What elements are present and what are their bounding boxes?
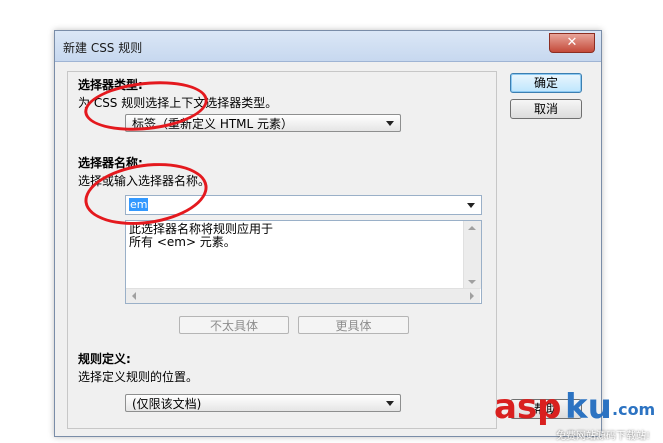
vertical-scrollbar[interactable]	[463, 221, 481, 289]
watermark-asp: asp	[494, 387, 562, 427]
cancel-label: 取消	[533, 102, 558, 116]
scroll-left-icon[interactable]	[132, 292, 136, 300]
rule-definition-description: 选择定义规则的位置。	[78, 370, 199, 384]
selector-info-text: 此选择器名称将规则应用于 所有 <em> 元素。	[129, 222, 274, 249]
more-specific-button[interactable]: 更具体	[298, 316, 409, 334]
horizontal-scrollbar[interactable]	[126, 288, 480, 303]
rule-definition-heading: 规则定义:	[78, 352, 131, 366]
less-specific-button[interactable]: 不太具体	[179, 316, 289, 334]
chevron-down-icon[interactable]	[467, 203, 475, 208]
less-specific-label: 不太具体	[209, 319, 258, 333]
watermark-subtitle: 免费网站源码下载站!	[556, 431, 651, 442]
chevron-down-icon	[386, 401, 394, 406]
dialog-title: 新建 CSS 规则	[63, 41, 143, 55]
rule-definition-value: (仅限该文档)	[132, 397, 202, 411]
selector-info-box[interactable]: 此选择器名称将规则应用于 所有 <em> 元素。	[125, 220, 482, 304]
rule-definition-dropdown[interactable]: (仅限该文档)	[125, 394, 401, 412]
watermark-dot-com: .com	[612, 400, 656, 419]
close-icon: ✕	[566, 35, 578, 50]
title-bar[interactable]: 新建 CSS 规则 ✕	[55, 31, 601, 62]
more-specific-label: 更具体	[335, 319, 372, 333]
scroll-up-icon[interactable]	[468, 226, 476, 230]
cancel-button[interactable]: 取消	[510, 99, 582, 119]
ok-label: 确定	[533, 76, 558, 90]
scroll-down-icon[interactable]	[468, 280, 476, 284]
close-button[interactable]: ✕	[549, 33, 595, 53]
chevron-down-icon	[386, 121, 394, 126]
watermark-ku: ku	[565, 387, 612, 427]
scroll-right-icon[interactable]	[470, 292, 474, 300]
ok-button[interactable]: 确定	[510, 73, 582, 93]
